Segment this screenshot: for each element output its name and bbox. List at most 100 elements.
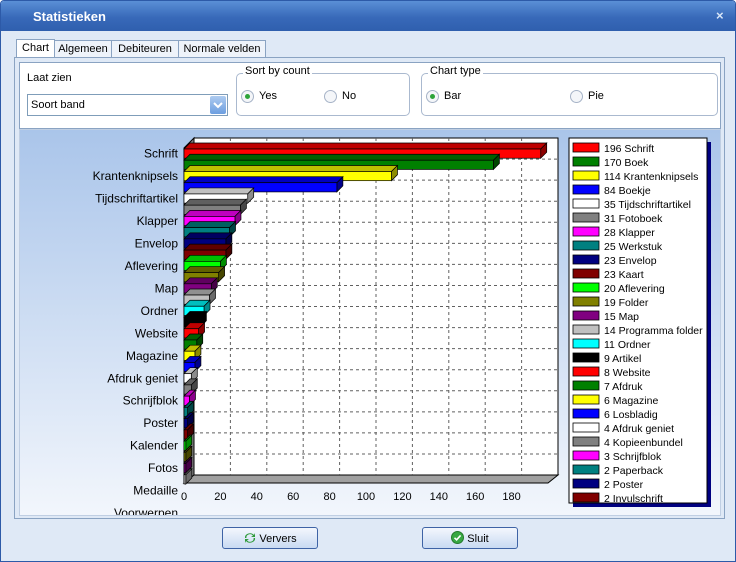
y-tick-label: Schrijfblok (123, 394, 179, 408)
legend-entry: 170 Boek (604, 157, 649, 169)
bar-medaille (183, 463, 187, 474)
sort-group-title: Sort by count (243, 65, 312, 77)
bar-top (183, 176, 344, 184)
legend-entry: 14 Programma folder (604, 325, 703, 337)
title-bar[interactable]: Statistieken × (1, 1, 735, 31)
y-tick-label: Fotos (148, 461, 178, 475)
type-pie-label[interactable]: Pie (588, 90, 604, 102)
x-tick-label: 40 (251, 491, 263, 503)
x-tick-label: 120 (393, 491, 411, 503)
bar-top (183, 165, 399, 172)
legend-swatch (572, 240, 600, 251)
chart-tab-panel: Laat zien Soort band Sort by count Yes N… (14, 57, 725, 520)
legend-swatch (572, 142, 600, 153)
y-tick-label: Poster (143, 416, 178, 430)
bar-top (183, 266, 226, 273)
legend-swatch (572, 198, 600, 209)
bar-top (183, 187, 255, 195)
y-tick-label: Schrift (144, 147, 179, 161)
legend-entry: 3 Schrijfblok (604, 451, 662, 463)
legend-entry: 6 Losbladig (604, 409, 658, 421)
tab-algemeen[interactable]: Algemeen (54, 40, 112, 58)
legend-entry: 20 Aflevering (604, 283, 665, 295)
sort-no-radio[interactable] (324, 90, 337, 103)
y-tick-label: Tijdschriftartikel (95, 192, 178, 206)
legend-entry: 25 Werkstuk (604, 241, 663, 253)
legend-swatch (572, 254, 600, 265)
x-tick-label: 0 (181, 491, 187, 503)
legend-swatch (572, 408, 600, 419)
bar-top (183, 221, 237, 228)
type-bar-radio[interactable] (426, 90, 439, 103)
refresh-button[interactable]: Ververs (222, 527, 318, 549)
y-tick-label: Map (155, 281, 179, 295)
legend-swatch (572, 394, 600, 405)
dialog-content: Chart Algemeen Debiteuren Normale velden… (1, 31, 735, 561)
chart-type-group: Chart type Bar Pie (421, 65, 718, 116)
y-tick-label: Voorwerpen (114, 506, 178, 515)
close-button[interactable]: Sluit (422, 527, 518, 549)
legend-entry: 9 Artikel (604, 353, 641, 365)
legend-swatch (572, 380, 600, 391)
legend-entry: 15 Map (604, 311, 639, 323)
legend-entry: 8 Website (604, 367, 651, 379)
legend-swatch (572, 492, 600, 503)
statistieken-window: Statistieken × Chart Algemeen Debiteuren… (0, 0, 736, 562)
type-bar-label[interactable]: Bar (444, 90, 461, 102)
bar-chart: Schrift Krantenknipsels Tijdschriftartikel… (93, 136, 711, 520)
legend-swatch (572, 156, 600, 167)
show-select[interactable]: Soort band (27, 94, 228, 116)
legend-entry: 28 Klapper (604, 227, 655, 239)
x-tick-label: 60 (287, 491, 299, 503)
window-title: Statistieken (33, 9, 106, 24)
legend-swatch (572, 170, 600, 181)
legend-swatch (572, 310, 600, 321)
legend-swatch (572, 352, 600, 363)
tab-chart[interactable]: Chart (16, 39, 55, 59)
tab-debiteuren[interactable]: Debiteuren (111, 40, 179, 58)
type-group-title: Chart type (428, 65, 483, 77)
tab-normale-velden[interactable]: Normale velden (178, 40, 266, 58)
type-pie-radio[interactable] (570, 90, 583, 103)
y-tick-label: Aflevering (125, 259, 178, 273)
x-tick-label: 180 (502, 491, 520, 503)
y-tick-label: Medaille (133, 484, 178, 498)
y-tick-label: Afdruk geniet (107, 371, 178, 385)
bar-kalender (183, 440, 187, 451)
sort-yes-radio[interactable] (241, 90, 254, 103)
legend-swatch (572, 324, 600, 335)
legend-swatch (572, 422, 600, 433)
legend-entry: 4 Kopieenbundel (604, 437, 683, 449)
bar-top (183, 153, 501, 161)
bar-fotos (183, 451, 187, 462)
sort-yes-label[interactable]: Yes (259, 90, 277, 102)
plot-floor (182, 474, 560, 484)
legend-entry: 7 Afdruk (604, 381, 643, 393)
legend-entry: 23 Envelop (604, 255, 657, 267)
legend-entry: 2 Poster (604, 479, 644, 491)
legend-swatch (572, 338, 600, 349)
x-tick-label: 80 (323, 491, 335, 503)
legend-entry: 23 Kaart (604, 269, 644, 281)
close-button-label: Sluit (467, 533, 489, 545)
legend-swatch (572, 268, 600, 279)
close-icon[interactable]: × (716, 8, 724, 23)
legend-entry: 4 Afdruk geniet (604, 423, 674, 435)
legend-entry: 31 Fotoboek (604, 213, 663, 225)
bar-voorwerpen (183, 474, 187, 485)
legend-entry: 2 Invulschrift (604, 493, 663, 505)
legend-swatch (572, 184, 600, 195)
show-label: Laat zien (27, 72, 72, 84)
y-tick-label: Envelop (135, 236, 179, 250)
y-tick-label: Krantenknipsels (93, 169, 178, 183)
refresh-button-label: Ververs (259, 533, 297, 545)
show-select-value: Soort band (31, 99, 85, 111)
legend-entry: 2 Paperback (604, 465, 664, 477)
chart-area: Schrift Krantenknipsels Tijdschriftartikel… (19, 129, 721, 520)
x-tick-label: 20 (214, 491, 226, 503)
chevron-down-icon[interactable] (210, 96, 226, 114)
legend-swatch (572, 282, 600, 293)
bar-top (183, 142, 548, 150)
sort-no-label[interactable]: No (342, 90, 356, 102)
bar-top (183, 198, 248, 206)
